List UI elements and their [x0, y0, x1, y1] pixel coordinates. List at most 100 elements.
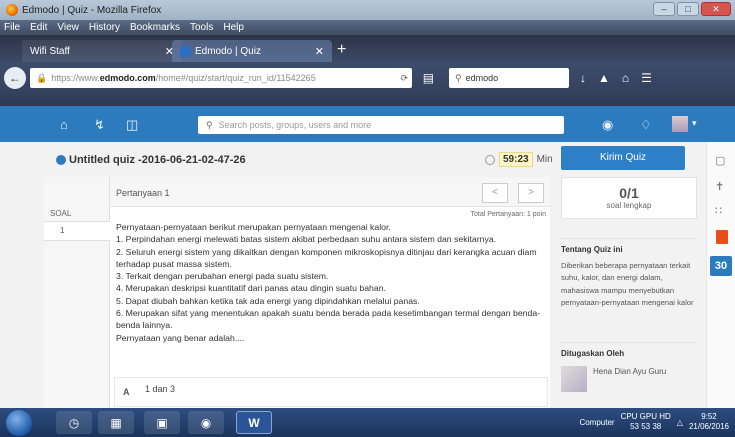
question-line: 1. Perpindahan energi melewati batas sis… — [116, 234, 497, 245]
back-button[interactable]: ← — [4, 67, 26, 89]
clock-date: 21/06/2016 — [688, 422, 729, 431]
menu-history[interactable]: History — [89, 22, 120, 33]
question-line: 4. Merupakan deskripsi kuantitatif dari … — [116, 283, 386, 294]
url-domain: edmodo.com — [99, 73, 156, 83]
next-question-button[interactable]: > — [518, 183, 544, 203]
about-quiz-text: Diberikan beberapa pernyataan terkait su… — [561, 261, 694, 307]
wrench-icon[interactable]: ✝ — [715, 180, 724, 193]
score-label: soal lengkap — [606, 201, 652, 210]
menu-hamburger-icon[interactable]: ☰ — [641, 71, 652, 85]
question-list: SOAL 1 — [44, 177, 110, 408]
question-line: Pernyataan yang benar adalah.... — [116, 332, 245, 343]
progress-icon[interactable]: ↯ — [94, 117, 105, 133]
apps-grid-icon[interactable]: ∷ — [715, 204, 722, 217]
home-icon[interactable]: ⌂ — [60, 117, 68, 132]
search-icon: ⚲ — [206, 119, 213, 130]
lock-icon: 🔒 — [36, 72, 48, 83]
url-bar[interactable]: 🔒 https://www. edmodo.com /home#/quiz/st… — [30, 68, 412, 88]
answer-letter: A — [123, 387, 130, 397]
home-icon[interactable]: ⌂ — [622, 71, 629, 85]
search-placeholder: Search posts, groups, users and more — [218, 120, 372, 130]
answer-option-a[interactable]: A 1 dan 3 — [114, 377, 548, 407]
previous-question-button[interactable]: < — [482, 183, 508, 203]
url-prefix: https://www. — [51, 73, 100, 83]
backpack-icon[interactable]: ◉ — [602, 117, 613, 133]
menu-file[interactable]: File — [4, 22, 20, 33]
cpu-values: 53 53 38 — [630, 422, 662, 431]
clock-time: 9:52 — [701, 412, 717, 421]
quiz-title: Untitled quiz -2016-06-21-02-47-26 — [69, 153, 246, 166]
calendar-icon[interactable]: 30 — [710, 256, 732, 276]
firefox-taskbar-icon[interactable]: ◉ — [188, 411, 224, 434]
teacher-avatar[interactable] — [561, 366, 587, 392]
browser-search-value: edmodo — [465, 73, 499, 83]
trash-icon[interactable]: ▢ — [715, 154, 725, 167]
question-panel: Pertanyaan 1 < > Total Pertanyaan: 1 poi… — [110, 177, 550, 408]
nav-icons: ☆ ▤ — [400, 71, 434, 85]
about-quiz-title: Tentang Quiz ini — [561, 238, 697, 254]
chevron-down-icon[interactable]: ▾ — [692, 118, 697, 129]
menu-tools[interactable]: Tools — [190, 22, 213, 33]
completion-score: 0/1 soal lengkap — [561, 177, 697, 219]
calendar-app-icon[interactable]: ▦ — [98, 411, 134, 434]
windows-taskbar: ◷ ▦ ▣ ◉ W Computer CPU GPU HD 53 53 38 △… — [0, 408, 735, 437]
minimize-button[interactable]: – — [653, 2, 675, 16]
start-button[interactable] — [6, 410, 32, 436]
question-text: Pernyataan-pernyataan berikut merupakan … — [116, 221, 548, 344]
cpu-monitor: CPU GPU HD 53 53 38 — [621, 412, 671, 432]
clock-app-icon[interactable]: ◷ — [56, 411, 92, 434]
avatar[interactable] — [672, 116, 688, 132]
menu-bookmarks[interactable]: Bookmarks — [130, 22, 180, 33]
quiz-header: Untitled quiz -2016-06-21-02-47-26 — [0, 142, 545, 177]
download-icon[interactable]: ↓ — [580, 71, 586, 85]
tab-label: Edmodo | Quiz — [195, 45, 261, 57]
pocket-icon[interactable]: ▲ — [598, 71, 610, 85]
notification-bell-icon[interactable]: ♢ — [640, 117, 652, 133]
bookmark-star-icon[interactable]: ☆ — [400, 71, 411, 85]
edmodo-favicon-icon — [180, 45, 191, 57]
edmodo-search-input[interactable]: ⚲ Search posts, groups, users and more — [198, 116, 564, 134]
office-icon[interactable] — [716, 230, 728, 244]
quiz-page: Untitled quiz -2016-06-21-02-47-26 59:23… — [0, 142, 735, 408]
teacher-name[interactable]: Hena Dian Ayu Guru — [593, 366, 666, 378]
menu-view[interactable]: View — [57, 22, 79, 33]
question-line: 5. Dapat diubah bahkan ketika tak ada en… — [116, 295, 420, 306]
system-clock[interactable]: 9:52 21/06/2016 — [689, 412, 729, 432]
toolbar-icons: ↓ ▲ ⌂ ☰ — [580, 71, 652, 85]
window-controls: – □ ✕ — [653, 2, 731, 16]
search-icon: ⚲ — [455, 72, 462, 83]
menu-bar: File Edit View History Bookmarks Tools H… — [0, 20, 735, 35]
word-icon[interactable]: W — [236, 411, 272, 434]
maximize-button[interactable]: □ — [677, 2, 699, 16]
question-line: 2. Seluruh energi sistem yang dikaitkan … — [116, 246, 537, 269]
network-icon[interactable]: △ — [677, 418, 683, 427]
edmodo-header: ⌂ ↯ ◫ ⚲ Search posts, groups, users and … — [0, 106, 735, 142]
question-line: 3. Terkait dengan perubahan energi pada … — [116, 271, 329, 282]
tab-wifi-staff[interactable]: Wifi Staff ✕ — [22, 40, 182, 62]
assigned-by-title: Ditugaskan Oleh — [561, 342, 697, 358]
folder-icon[interactable]: ▣ — [144, 411, 180, 434]
question-list-item[interactable]: 1 — [44, 221, 110, 241]
menu-edit[interactable]: Edit — [30, 22, 47, 33]
reading-list-icon[interactable]: ▤ — [423, 71, 434, 85]
question-line: Pernyataan-pernyataan berikut merupakan … — [116, 222, 391, 232]
score-value: 0/1 — [619, 185, 639, 201]
system-tray: Computer CPU GPU HD 53 53 38 △ 9:52 21/0… — [579, 412, 729, 432]
tab-edmodo-quiz[interactable]: Edmodo | Quiz ✕ — [172, 40, 332, 62]
submit-quiz-button[interactable]: Kirim Quiz — [561, 146, 685, 170]
close-tab-icon[interactable]: ✕ — [315, 45, 324, 58]
computer-label[interactable]: Computer — [579, 418, 614, 427]
window-title: Edmodo | Quiz - Mozilla Firefox — [22, 4, 162, 16]
quiz-icon — [56, 154, 66, 165]
assigned-by: Ditugaskan Oleh Hena Dian Ayu Guru — [561, 342, 697, 392]
menu-help[interactable]: Help — [223, 22, 244, 33]
question-list-label: SOAL — [50, 209, 72, 218]
url-path: /home#/quiz/start/quiz_run_id/11542265 — [155, 73, 316, 83]
timer-value: 59:23 — [499, 152, 533, 167]
browser-search-input[interactable]: ⚲ edmodo — [449, 68, 569, 88]
window-title-bar: Edmodo | Quiz - Mozilla Firefox – □ ✕ — [0, 0, 735, 20]
library-icon[interactable]: ◫ — [126, 117, 138, 133]
question-title: Pertanyaan 1 — [116, 188, 170, 198]
close-window-button[interactable]: ✕ — [701, 2, 731, 16]
new-tab-icon[interactable]: + — [337, 41, 346, 59]
